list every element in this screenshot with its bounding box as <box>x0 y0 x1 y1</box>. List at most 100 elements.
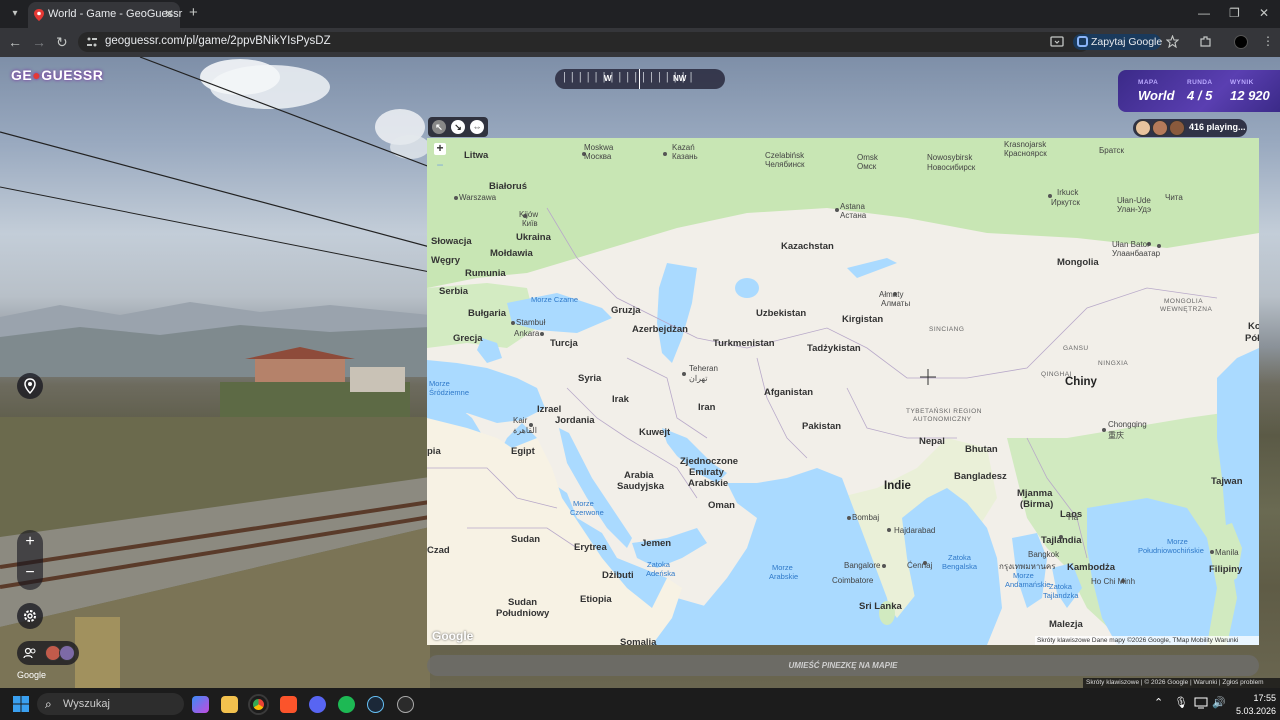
compass-northwest-label: NW <box>673 74 687 83</box>
country-label: Jemen <box>641 538 672 549</box>
restore-button[interactable]: ❐ <box>1229 6 1240 20</box>
country-label: Sudan <box>511 534 541 545</box>
map-zoom-in-button[interactable]: + <box>434 142 446 155</box>
region-label: TYBETAŃSKI REGION <box>906 408 982 415</box>
spotify-icon[interactable] <box>338 696 355 713</box>
microphone-icon[interactable]: 🎙 <box>1174 696 1188 709</box>
reload-button[interactable]: ↻ <box>56 34 68 50</box>
url-text: geoguessr.com/pl/game/2ppvBNikYIsPysDZ <box>105 35 331 47</box>
city-label: Astana <box>840 202 865 211</box>
sea-label: Morze <box>429 379 450 388</box>
logo-pin-icon: ● <box>32 67 42 83</box>
map-attribution[interactable]: Skróty klawiszowe Dane mapy ©2026 Google… <box>1035 636 1259 645</box>
menu-kebab-icon[interactable]: ⋮ <box>1262 34 1274 48</box>
extensions-icon[interactable] <box>1199 35 1212 48</box>
profile-avatar[interactable] <box>1234 35 1248 49</box>
avatar <box>1152 120 1168 136</box>
tray-overflow-icon[interactable]: ⌃ <box>1154 696 1163 709</box>
forward-button[interactable]: → <box>32 34 46 50</box>
country-label: Południowy <box>496 608 550 619</box>
country-label: Czad <box>427 545 450 556</box>
compass: | | | | | | | | | | | | | | | | | W NW <box>555 69 725 89</box>
panorama-zoom-out-button[interactable]: − <box>17 564 43 582</box>
city-label: Nowosybirsk <box>927 153 973 162</box>
copilot-icon[interactable] <box>192 696 209 713</box>
country-label: Kirgistan <box>842 314 884 325</box>
city-label: Kair <box>513 416 528 425</box>
city-label: Bangalore <box>844 561 881 570</box>
city-dot <box>882 564 886 568</box>
place-pin-button[interactable]: UMIEŚĆ PINEZKĘ NA MAPIE <box>427 655 1259 676</box>
network-icon[interactable] <box>1194 697 1208 709</box>
country-label: Bułgaria <box>468 308 507 319</box>
close-window-button[interactable]: ✕ <box>1259 6 1269 20</box>
country-label: Malezja <box>1049 619 1083 630</box>
chrome-icon[interactable] <box>250 696 267 713</box>
city-label: Krasnojarsk <box>1004 140 1047 149</box>
party-button[interactable] <box>17 641 79 665</box>
sea-label: Morze Czarne <box>531 295 579 304</box>
brave-icon[interactable] <box>280 696 297 713</box>
sea-label: Zatoka <box>647 560 670 569</box>
country-label: Arabskie <box>688 478 729 489</box>
settings-button[interactable] <box>17 603 43 629</box>
map-pin-toggle-icon[interactable]: ⇔ <box>470 120 484 134</box>
geoguessr-logo[interactable]: GE●GUESSR <box>11 67 103 83</box>
avatar <box>1135 120 1151 136</box>
city-label: Ankara <box>514 329 540 338</box>
country-label: Saudyjska <box>617 481 664 492</box>
country-label: Erytrea <box>574 542 607 553</box>
map-shrink-icon[interactable]: ↖ <box>432 120 446 134</box>
return-to-start-button[interactable] <box>17 373 43 399</box>
region-label: GANSU <box>1063 345 1089 352</box>
city-label: Ałmaty <box>879 290 904 299</box>
city-label: Ha <box>1068 513 1079 522</box>
discord-icon[interactable] <box>309 696 326 713</box>
playing-count: 416 playing... <box>1189 122 1246 132</box>
bookmark-star-icon[interactable] <box>1166 35 1179 48</box>
sea-label: Zatoka <box>948 553 971 562</box>
minimize-button[interactable]: — <box>1198 6 1210 20</box>
tab-search-button[interactable]: ▾ <box>6 5 24 23</box>
map-toolbar: ↖ ↘ ⇔ <box>428 117 488 137</box>
steam-icon[interactable] <box>367 696 384 713</box>
clock-time[interactable]: 17:55 <box>1240 693 1276 703</box>
map-enlarge-icon[interactable]: ↘ <box>451 120 465 134</box>
panorama-zoom-in-button[interactable]: + <box>17 533 43 551</box>
cast-icon[interactable] <box>1050 35 1064 49</box>
sea-label: Arabskie <box>769 572 799 581</box>
city-label: Czelabińsk <box>765 151 805 160</box>
region-label: WEWNĘTRZNA <box>1160 306 1213 313</box>
logo-text-suffix: GUESSR <box>41 67 104 83</box>
app-icon[interactable] <box>397 696 414 713</box>
city-label: Warszawa <box>459 193 497 202</box>
crosshair-cursor-icon <box>920 369 936 385</box>
file-explorer-icon[interactable] <box>221 696 238 713</box>
country-label: Półn <box>1245 333 1259 344</box>
country-label: Kuwejt <box>639 427 671 438</box>
city-label: Новосибирск <box>927 163 976 172</box>
country-label: Pakistan <box>802 421 842 432</box>
country-label: Azerbejdżan <box>632 324 688 335</box>
guess-map[interactable]: Litwa Białoruś Ukraina Słowacja Węgry Mo… <box>427 138 1259 645</box>
windows-start-icon[interactable] <box>13 696 29 712</box>
city-label: Красноярск <box>1004 149 1047 158</box>
back-button[interactable]: ← <box>8 34 22 50</box>
volume-icon[interactable]: 🔊 <box>1212 696 1226 709</box>
clock-date[interactable]: 5.03.2026 <box>1228 706 1276 716</box>
browser-tab[interactable]: World - Game - GeoGuessr ✕ <box>28 2 182 28</box>
streetview-attribution[interactable]: Skróty klawiszowe | © 2026 Google | Waru… <box>1083 678 1280 688</box>
ask-google-button[interactable]: Zapytaj Google <box>1073 34 1162 50</box>
map-zoom-out-button[interactable]: − <box>434 159 446 172</box>
city-dot <box>454 196 458 200</box>
site-info-icon[interactable] <box>86 36 98 48</box>
region-label: SINCIANG <box>929 326 965 333</box>
city-label: Київ <box>522 219 538 228</box>
taskbar-search[interactable]: ⌕ Wyszukaj <box>37 693 184 715</box>
country-label: Mongolia <box>1057 257 1099 268</box>
avatar <box>59 645 75 661</box>
new-tab-button[interactable]: + <box>189 5 198 21</box>
tab-close-icon[interactable]: ✕ <box>164 7 174 21</box>
address-bar[interactable]: geoguessr.com/pl/game/2ppvBNikYIsPysDZ Z… <box>78 32 1162 52</box>
avatar <box>1169 120 1185 136</box>
